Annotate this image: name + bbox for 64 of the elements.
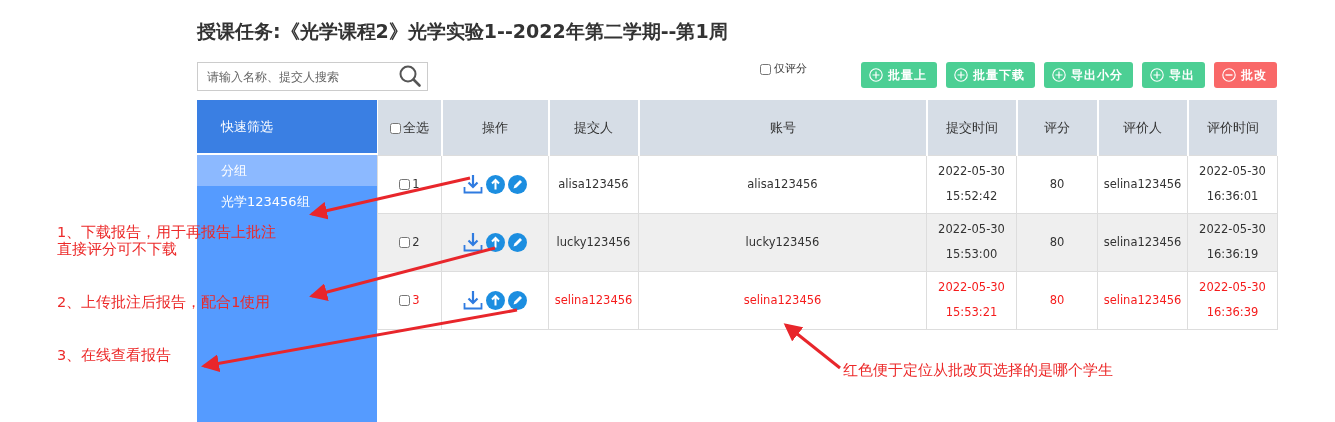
toolbar-button[interactable]: 批量上 [861,62,937,88]
checkbox[interactable] [399,294,411,306]
checkbox-label: 仅评分 [774,60,807,77]
annotation-text: 3、在线查看报告 [57,347,172,364]
table-cell: 2022-05-30 16:36:19 [1187,213,1278,271]
checkbox[interactable] [399,236,411,248]
table-cell: lucky123456 [638,213,927,271]
column-header: 提交人 [548,100,639,155]
toolbar-button[interactable]: 批量下载 [946,62,1035,88]
sidebar-item[interactable]: 光学123456组 [197,186,377,217]
column-header: 评分 [1016,100,1098,155]
checkbox[interactable] [399,178,411,190]
download-icon[interactable] [463,232,483,252]
column-header: 账号 [638,100,927,155]
download-icon[interactable] [463,290,483,310]
annotation-arrow [783,323,841,370]
upload-icon[interactable] [486,290,505,310]
edit-icon[interactable] [508,290,527,310]
table-cell: 80 [1016,155,1098,213]
table-cell: alisa123456 [548,155,639,213]
page-title: 授课任务:《光学课程2》光学实验1--2022年第二学期--第1周 [197,19,729,44]
plus-circle-icon [1052,68,1066,82]
plus-circle-icon [1150,68,1164,82]
table-cell: selina123456 [1097,213,1188,271]
sidebar-group-header: 分组 [197,155,377,186]
upload-icon[interactable] [486,174,505,194]
row-number: 3 [412,292,420,307]
column-header: 评价人 [1097,100,1188,155]
table-cell: 2022-05-30 16:36:01 [1187,155,1278,213]
table-cell: 80 [1016,213,1098,271]
table-cell: selina123456 [548,271,639,329]
table-cell: lucky123456 [548,213,639,271]
annotation-text: 红色便于定位从批改页选择的是哪个学生 [843,362,1113,379]
plus-circle-icon [869,68,883,82]
minus-circle-icon [1222,68,1236,82]
table-cell: 2022-05-30 15:52:42 [926,155,1017,213]
toolbar-button[interactable]: 导出 [1142,62,1205,88]
table-cell: alisa123456 [638,155,927,213]
table-cell: 80 [1016,271,1098,329]
search-icon[interactable] [398,64,422,88]
toolbar-button[interactable]: 批改 [1214,62,1277,88]
edit-icon[interactable] [508,174,527,194]
upload-icon[interactable] [486,232,505,252]
row-number: 2 [412,234,420,249]
checkbox-label: 全选 [402,119,429,135]
table-cell: 2022-05-30 16:36:39 [1187,271,1278,329]
table-cell: 2022-05-30 15:53:00 [926,213,1017,271]
download-icon[interactable] [463,174,483,194]
table-cell: 2022-05-30 15:53:21 [926,271,1017,329]
annotation-text: 2、上传批注后报告，配合1使用 [57,294,271,311]
row-number: 1 [412,176,420,191]
column-header: 操作 [441,100,549,155]
search-field[interactable]: 请输入名称、提交人搜索 [197,62,428,91]
table-cell: selina123456 [638,271,927,329]
column-header: 评价时间 [1187,100,1278,155]
sidebar-title: 快速筛选 [197,100,377,155]
edit-icon[interactable] [508,232,527,252]
checkbox[interactable] [760,63,771,75]
table-cell: selina123456 [1097,271,1188,329]
checkbox[interactable] [389,122,401,134]
column-header: 提交时间 [926,100,1017,155]
toolbar-button[interactable]: 导出小分 [1044,62,1133,88]
plus-circle-icon [954,68,968,82]
table-cell: selina123456 [1097,155,1188,213]
